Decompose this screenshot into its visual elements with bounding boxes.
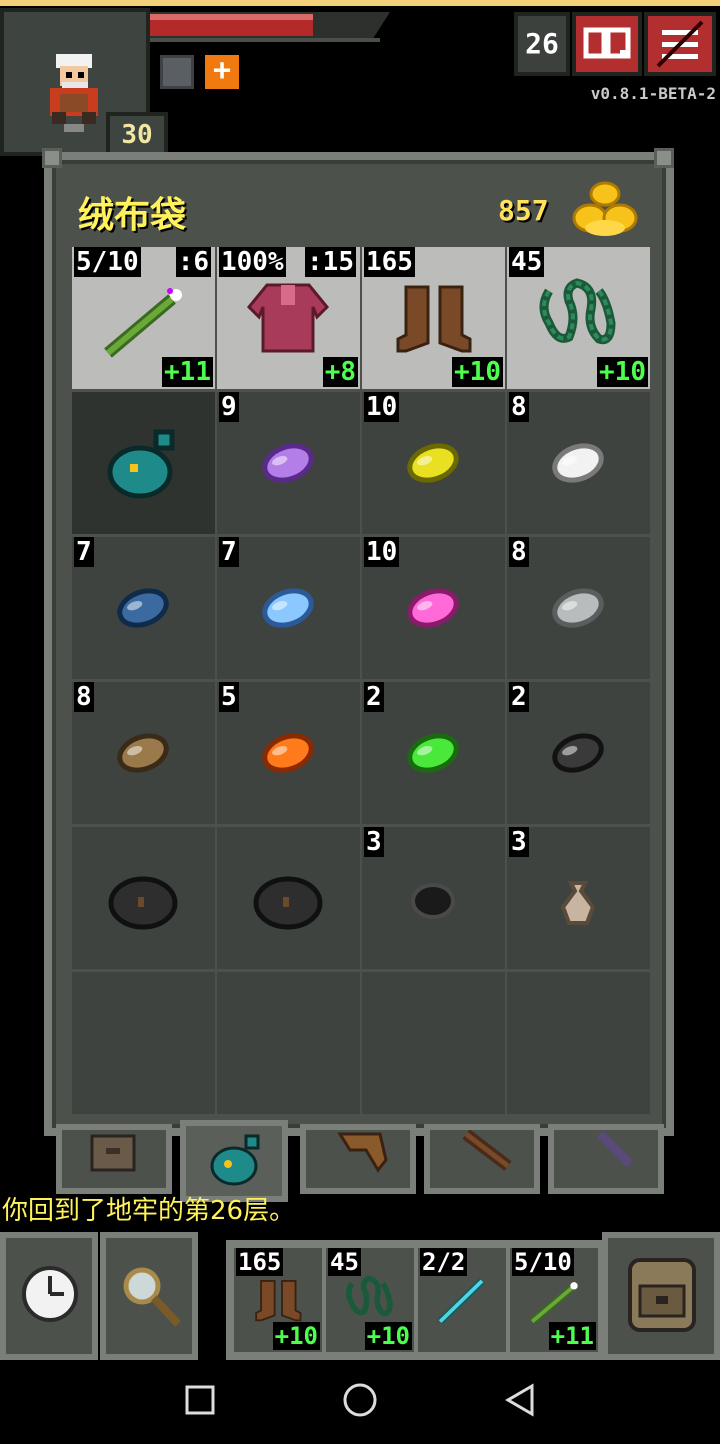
journal-icon xyxy=(583,27,631,59)
quickslot-count: 2/2 xyxy=(420,1248,468,1276)
item-quantity: 8 xyxy=(509,392,529,422)
gold-amount: 857 xyxy=(498,194,549,227)
item-quantity: 10 xyxy=(364,537,400,567)
quickslot-2[interactable]: 45 +10 xyxy=(326,1248,414,1352)
velvet-pouch-tab-icon xyxy=(210,1134,260,1186)
hp-bar-highlight xyxy=(150,14,313,20)
heal-cross-icon[interactable]: + xyxy=(205,55,239,89)
quickslot-count: 165 xyxy=(236,1248,284,1276)
quickslot-1[interactable]: 165 +10 xyxy=(234,1248,322,1352)
item-quantity: 9 xyxy=(219,392,239,422)
ring-buff-icon[interactable] xyxy=(160,55,194,89)
search-button[interactable] xyxy=(100,1232,198,1360)
bag-slot[interactable]: 7 xyxy=(72,537,215,679)
item-quantity: 3 xyxy=(509,827,529,857)
magnifier-search-icon xyxy=(123,1267,181,1327)
velvet-pouch-icon xyxy=(107,429,175,499)
bag-slot[interactable]: 8 xyxy=(507,392,650,534)
item-quantity: 2 xyxy=(509,682,529,712)
item-quantity: 2 xyxy=(364,682,384,712)
wait-button[interactable] xyxy=(0,1232,98,1360)
equip-slot-weapon[interactable]: 5/10 :6 +11 xyxy=(72,247,215,389)
empty-bag-slot[interactable] xyxy=(362,972,505,1114)
bag-slot[interactable]: 10 xyxy=(362,392,505,534)
bag-slot[interactable] xyxy=(217,827,360,969)
slot-upgrade: +10 xyxy=(452,357,503,387)
slot-charges: 5/10 xyxy=(74,247,141,277)
bag-title: 绒布袋 xyxy=(78,195,187,236)
slot-charges: 45 xyxy=(509,247,545,277)
empty-bag-slot[interactable] xyxy=(217,972,360,1114)
bag-slot[interactable] xyxy=(72,827,215,969)
item-quantity: 10 xyxy=(364,392,400,422)
bag-slot[interactable]: 7 xyxy=(217,537,360,679)
exp-bar xyxy=(150,38,380,42)
backpack-tab-icon xyxy=(90,1134,136,1172)
quickslot-upgrade: +10 xyxy=(364,1322,412,1350)
bag-slot[interactable]: 10 xyxy=(362,537,505,679)
item-quantity: 3 xyxy=(364,827,384,857)
menu-icon xyxy=(656,20,704,68)
depth-indicator[interactable]: 26 xyxy=(514,12,570,76)
potion-bandolier-tab-icon xyxy=(462,1129,512,1171)
gold-pile-icon xyxy=(572,181,638,236)
bag-slot[interactable] xyxy=(72,392,215,534)
top-accent-line xyxy=(0,0,720,6)
quickslot-3[interactable]: 2/2 xyxy=(418,1248,506,1352)
menu-button[interactable] xyxy=(644,12,716,76)
item-quantity: 5 xyxy=(219,682,239,712)
bag-slot[interactable]: 3 xyxy=(507,827,650,969)
hero-level: 30 xyxy=(106,112,168,156)
tab-scroll-holder[interactable] xyxy=(300,1124,416,1194)
slot-strength: :15 xyxy=(305,247,356,277)
slot-charges: 165 xyxy=(364,247,415,277)
equip-slot-artifact[interactable]: 165 +10 xyxy=(362,247,505,389)
bag-slot[interactable]: 9 xyxy=(217,392,360,534)
item-quantity: 8 xyxy=(509,537,529,567)
quickslot-count: 5/10 xyxy=(512,1248,574,1276)
equip-slot-misc[interactable]: 45 +10 xyxy=(507,247,650,389)
quickslot-count: 45 xyxy=(328,1248,361,1276)
item-quantity: 8 xyxy=(74,682,94,712)
back-icon[interactable] xyxy=(505,1383,534,1417)
bag-slot[interactable]: 8 xyxy=(72,682,215,824)
scroll-holder-tab-icon xyxy=(337,1132,388,1173)
bag-slot[interactable]: 2 xyxy=(507,682,650,824)
slot-upgrade: +8 xyxy=(322,357,358,387)
bag-slot[interactable]: 8 xyxy=(507,537,650,679)
dark-stone-icon xyxy=(108,876,178,930)
android-nav-bar xyxy=(0,1360,720,1440)
quickslot-4[interactable]: 5/10 +11 xyxy=(510,1248,598,1352)
item-quantity: 7 xyxy=(74,537,94,567)
tab-potion-bandolier[interactable] xyxy=(424,1124,540,1194)
home-icon[interactable] xyxy=(343,1383,377,1417)
window-corner xyxy=(654,148,674,168)
bag-slot[interactable]: 3 xyxy=(362,827,505,969)
empty-bag-slot[interactable] xyxy=(507,972,650,1114)
bag-slot[interactable]: 5 xyxy=(217,682,360,824)
nav-buttons xyxy=(185,1383,534,1417)
tab-wand-holster[interactable] xyxy=(548,1124,664,1194)
slot-strength: :6 xyxy=(175,247,211,277)
journal-button[interactable] xyxy=(572,12,642,76)
backpack-icon xyxy=(628,1258,696,1332)
game-log-message: 你回到了地牢的第26层。 xyxy=(2,1196,296,1226)
tab-backpack[interactable] xyxy=(56,1124,172,1194)
slot-upgrade: +11 xyxy=(162,357,213,387)
slot-upgrade: +10 xyxy=(597,357,648,387)
quickslot-upgrade: +11 xyxy=(548,1322,596,1350)
bag-slot[interactable]: 2 xyxy=(362,682,505,824)
wand-holster-tab-icon xyxy=(596,1130,634,1168)
slot-durability: 100% xyxy=(219,247,286,277)
equip-slot-armor[interactable]: 100% :15 +8 xyxy=(217,247,360,389)
clock-icon xyxy=(22,1266,78,1322)
window-corner xyxy=(42,148,62,168)
inventory-button[interactable] xyxy=(602,1232,720,1360)
dark-stone-icon xyxy=(253,876,323,930)
recent-apps-icon[interactable] xyxy=(185,1385,215,1415)
version-label: v0.8.1-BETA-2 xyxy=(590,84,716,103)
item-quantity: 7 xyxy=(219,537,239,567)
quickslot-upgrade: +10 xyxy=(272,1322,320,1350)
empty-bag-slot[interactable] xyxy=(72,972,215,1114)
